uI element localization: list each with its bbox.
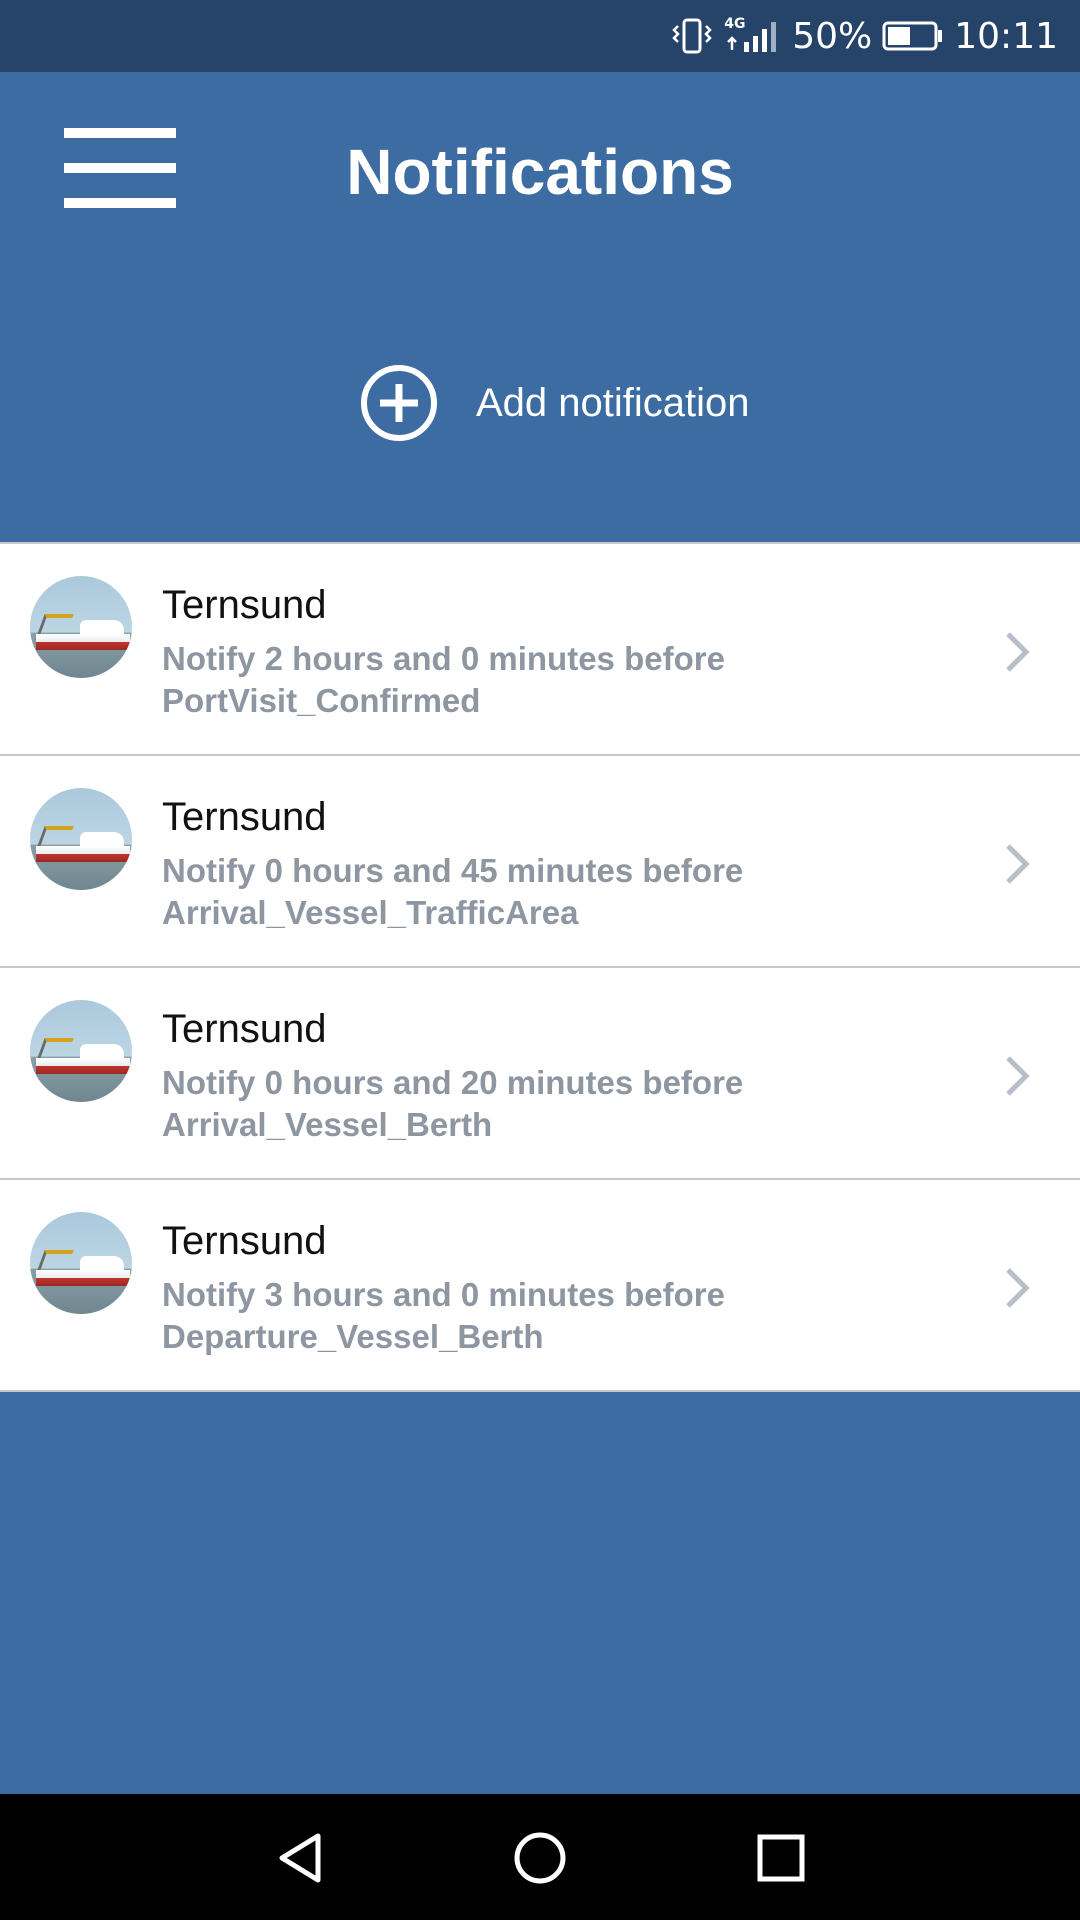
- vessel-avatar: [30, 576, 132, 678]
- vessel-name: Ternsund: [162, 795, 327, 839]
- chevron-right-icon: [1004, 1054, 1030, 1098]
- list-item[interactable]: Ternsund Notify 2 hours and 0 minutes be…: [0, 542, 1080, 754]
- clock: 10:11: [954, 15, 1058, 57]
- notification-detail: Notify 0 hours and 45 minutes before Arr…: [162, 850, 802, 934]
- back-icon[interactable]: [274, 1830, 326, 1886]
- signal-icon: 4G: [724, 16, 782, 56]
- page-title: Notifications: [346, 136, 734, 208]
- vibrate-icon: [670, 16, 714, 56]
- add-notification-label: Add notification: [476, 380, 750, 425]
- vessel-name: Ternsund: [162, 1219, 327, 1263]
- notification-event: Arrival_Vessel_Berth: [162, 1106, 493, 1143]
- battery-percent: 50%: [792, 15, 873, 57]
- ship-hull: [36, 1058, 130, 1074]
- list-item[interactable]: Ternsund Notify 3 hours and 0 minutes be…: [0, 1178, 1080, 1392]
- status-indicators: 4G 50% 10:11: [670, 0, 1058, 72]
- battery-icon: [882, 20, 944, 52]
- home-icon[interactable]: [512, 1830, 568, 1886]
- notification-timing: Notify 0 hours and 45 minutes before: [162, 852, 744, 889]
- notification-event: Departure_Vessel_Berth: [162, 1318, 544, 1355]
- vessel-avatar: [30, 788, 132, 890]
- add-notification-button[interactable]: Add notification: [360, 362, 750, 444]
- notification-detail: Notify 0 hours and 20 minutes before Arr…: [162, 1062, 802, 1146]
- plus-circle-icon: [360, 364, 438, 442]
- battery-fill: [888, 27, 911, 45]
- list-item[interactable]: Ternsund Notify 0 hours and 45 minutes b…: [0, 754, 1080, 966]
- notification-event: PortVisit_Confirmed: [162, 682, 481, 719]
- vessel-avatar: [30, 1000, 132, 1102]
- status-bar: 4G 50% 10:11: [0, 0, 1080, 72]
- list-item[interactable]: Ternsund Notify 0 hours and 20 minutes b…: [0, 966, 1080, 1178]
- chevron-right-icon: [1004, 842, 1030, 886]
- system-nav-bar: [0, 1794, 1080, 1920]
- chevron-right-icon: [1004, 1266, 1030, 1310]
- app-header: Notifications Add notification: [0, 72, 1080, 542]
- ship-hull: [36, 846, 130, 862]
- ship-hull: [36, 634, 130, 650]
- recents-icon[interactable]: [756, 1830, 806, 1886]
- notification-timing: Notify 2 hours and 0 minutes before: [162, 640, 725, 677]
- vessel-avatar: [30, 1212, 132, 1314]
- notification-event: Arrival_Vessel_TrafficArea: [162, 894, 579, 931]
- chevron-right-icon: [1004, 630, 1030, 674]
- notification-detail: Notify 3 hours and 0 minutes before Depa…: [162, 1274, 802, 1358]
- notification-list: Ternsund Notify 2 hours and 0 minutes be…: [0, 542, 1080, 1392]
- notification-detail: Notify 2 hours and 0 minutes before Port…: [162, 638, 802, 722]
- ship-hull: [36, 1270, 130, 1286]
- notification-timing: Notify 3 hours and 0 minutes before: [162, 1276, 725, 1313]
- vessel-name: Ternsund: [162, 583, 327, 627]
- notification-timing: Notify 0 hours and 20 minutes before: [162, 1064, 744, 1101]
- vessel-name: Ternsund: [162, 1007, 327, 1051]
